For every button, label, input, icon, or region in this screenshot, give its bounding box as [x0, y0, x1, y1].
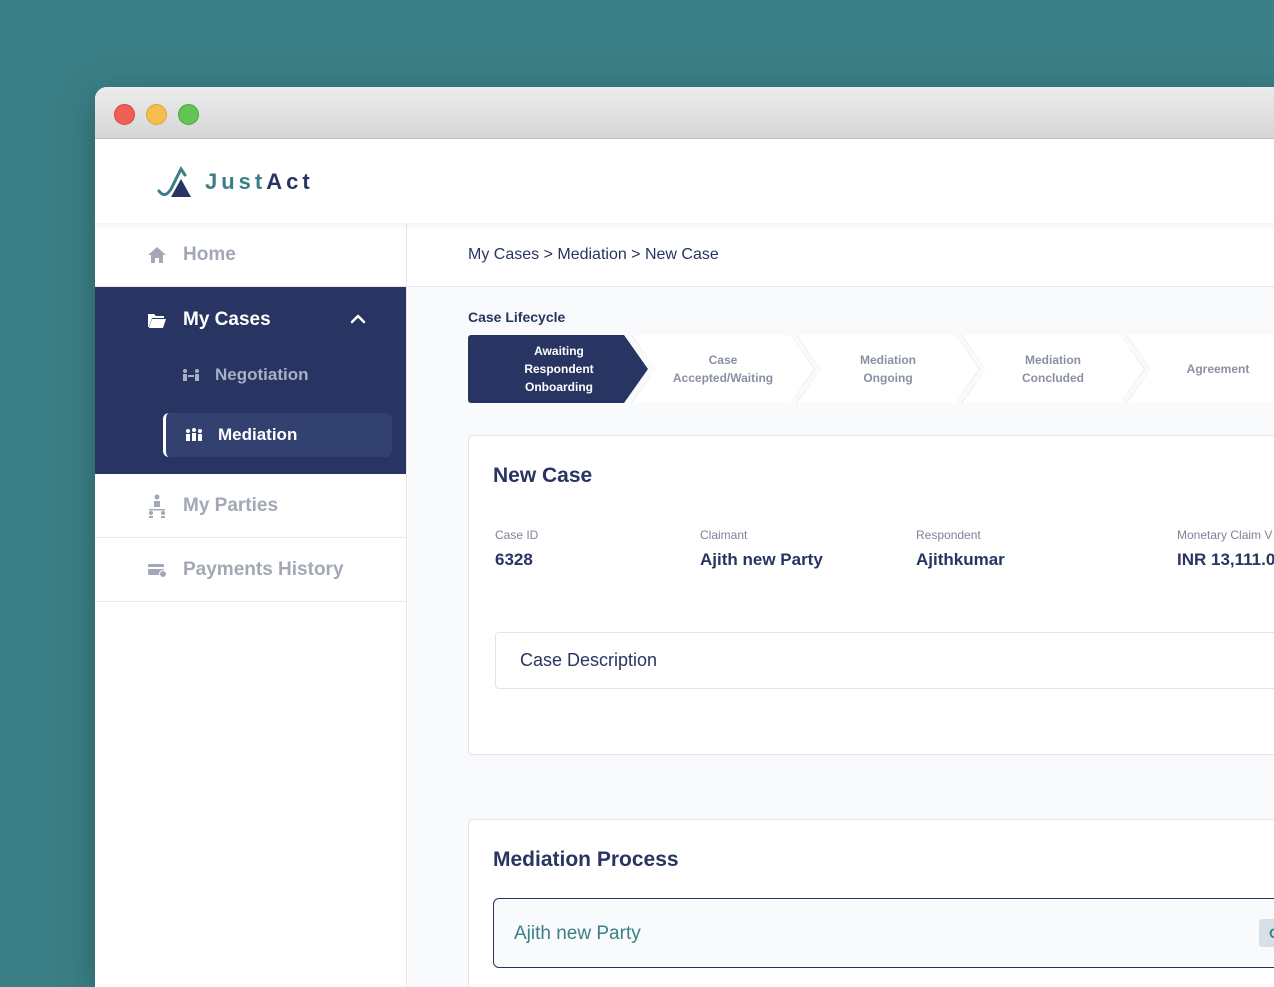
lifecycle-step-mediation-ongoing: Mediation Ongoing	[797, 335, 979, 403]
mediation-process-title: Mediation Process	[493, 848, 679, 871]
case-title: New Case	[493, 464, 593, 487]
sidebar-item-label: Negotiation	[215, 365, 309, 384]
sidebar-item-label: Home	[183, 243, 236, 265]
case-lifecycle-stepper: Awaiting Respondent Onboarding Case Accepte…	[468, 335, 1274, 403]
sidebar-item-negotiation[interactable]: Negotiation	[95, 353, 406, 397]
mediation-icon	[184, 427, 204, 443]
party-name: Ajith new Party	[514, 923, 641, 944]
case-description-accordion[interactable]: Case Description	[495, 632, 1274, 689]
case-id-field: Case ID 6328	[495, 528, 539, 569]
negotiation-icon	[181, 367, 201, 383]
sidebar-item-label: My Parties	[183, 494, 279, 516]
party-row[interactable]: Ajith new Party Oth	[493, 898, 1274, 968]
justact-logo[interactable]: JustAct	[157, 165, 314, 199]
browser-window: JustAct Home My Cases Negotiation Mediat…	[95, 87, 1274, 987]
case-details-card: New Case Case ID 6328 Claimant Ajith new…	[468, 435, 1274, 755]
lifecycle-step-agreement: Agreement	[1127, 335, 1274, 403]
sidebar-item-payments-history[interactable]: Payments History	[95, 538, 406, 602]
mediation-process-card: Mediation Process Ajith new Party Oth	[468, 819, 1274, 987]
lifecycle-step-awaiting-onboarding: Awaiting Respondent Onboarding	[468, 335, 648, 403]
folder-icon	[147, 310, 167, 330]
main-panel: My Cases > Mediation > New Case Case Lif…	[408, 223, 1274, 987]
monetary-claim-field: Monetary Claim V INR 13,111.0	[1177, 528, 1274, 569]
chevron-up-icon[interactable]	[350, 311, 366, 327]
party-role-badge: Oth	[1259, 919, 1274, 947]
breadcrumb[interactable]: My Cases > Mediation > New Case	[408, 223, 1274, 287]
lifecycle-step-case-accepted: Case Accepted/Waiting	[632, 335, 814, 403]
parties-icon	[147, 494, 167, 518]
sidebar-item-label: Mediation	[218, 425, 298, 444]
maximize-window-button[interactable]	[178, 104, 199, 125]
logo-mark-icon	[157, 166, 191, 197]
case-lifecycle-label: Case Lifecycle	[468, 309, 566, 325]
sidebar-group-my-cases: My Cases Negotiation Mediation	[95, 287, 406, 474]
sidebar-item-mediation[interactable]: Mediation	[163, 413, 392, 457]
sidebar: Home My Cases Negotiation Mediation My P…	[95, 223, 407, 987]
sidebar-item-my-parties[interactable]: My Parties	[95, 474, 406, 538]
close-window-button[interactable]	[114, 104, 135, 125]
logo-text: JustAct	[205, 169, 314, 194]
respondent-field: Respondent Ajithkumar	[916, 528, 1005, 569]
window-titlebar	[95, 87, 1274, 139]
sidebar-item-home[interactable]: Home	[95, 223, 406, 287]
sidebar-item-label: My Cases	[183, 309, 271, 330]
home-icon	[147, 245, 167, 265]
payment-card-icon	[147, 560, 167, 580]
case-content: Case Lifecycle Awaiting Respondent Onboard…	[408, 287, 1274, 987]
lifecycle-step-mediation-concluded: Mediation Concluded	[962, 335, 1144, 403]
sidebar-item-label: Payments History	[183, 558, 344, 580]
claimant-field: Claimant Ajith new Party	[700, 528, 823, 569]
minimize-window-button[interactable]	[146, 104, 167, 125]
app-header: JustAct	[95, 139, 1274, 223]
